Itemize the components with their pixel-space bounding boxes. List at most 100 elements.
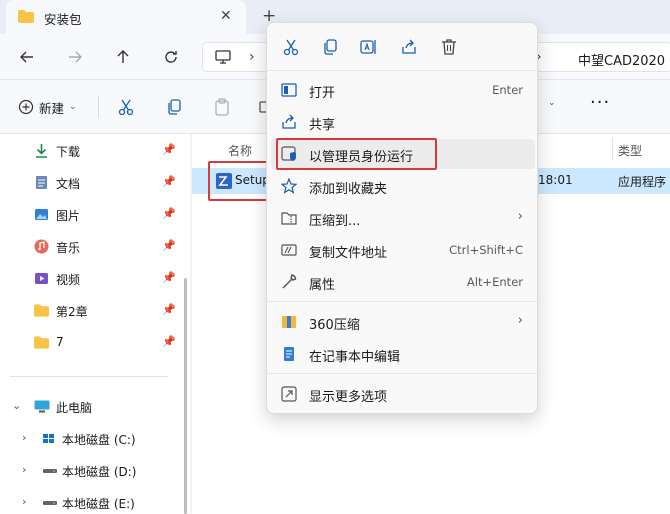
forward-button[interactable] [64, 46, 86, 68]
breadcrumb-current[interactable]: 中望CAD2020 [578, 50, 665, 69]
menu-properties[interactable]: 属性 Alt+Enter [271, 267, 535, 297]
refresh-icon [165, 51, 177, 63]
sidebar-item-chapter2[interactable]: 第2章 📌 [0, 298, 180, 324]
drive-icon [43, 501, 57, 505]
pictures-icon [35, 209, 48, 220]
delete-icon[interactable] [439, 37, 459, 57]
drive-label: 本地磁盘 (C:) [62, 433, 136, 447]
breadcrumb-chevron-icon[interactable]: › [249, 49, 255, 65]
sidebar-item-label: 文档 [56, 177, 81, 191]
column-header-type[interactable]: 类型 [618, 142, 642, 159]
copy-icon[interactable] [164, 97, 184, 117]
tab-install-package[interactable]: 安装包 ✕ [6, 0, 246, 34]
arrow-right-icon [69, 51, 82, 63]
video-icon [35, 273, 48, 284]
menu-separator [267, 301, 539, 302]
close-tab-icon[interactable]: ✕ [220, 8, 232, 24]
menu-edit-in-notepad[interactable]: 在记事本中编辑 [271, 339, 535, 369]
tab-title: 安装包 [44, 12, 82, 27]
menu-add-to-favorites[interactable]: 添加到收藏夹 [271, 171, 535, 201]
cut-icon[interactable] [116, 97, 136, 117]
chevron-down-icon: ⌄ [69, 102, 77, 112]
drive-icon [43, 469, 57, 473]
new-button[interactable]: 新建 ⌄ [18, 96, 77, 118]
menu-share[interactable]: 共享 [271, 107, 535, 137]
chevron-right-icon[interactable]: › [22, 463, 26, 476]
chevron-down-icon[interactable]: ⌄ [548, 98, 556, 108]
copy-path-icon [281, 244, 297, 256]
pin-icon: 📌 [162, 271, 176, 284]
context-menu: 打开 Enter 共享 以管理员身份运行 添加到收藏夹 压缩到... › 复制文… [266, 22, 539, 414]
column-divider[interactable] [612, 138, 613, 160]
menu-separator [267, 373, 539, 374]
sidebar-divider [10, 376, 168, 377]
menu-label: 显示更多选项 [309, 390, 388, 405]
notepad-icon [284, 347, 294, 361]
more-options-button[interactable]: ··· [590, 92, 610, 113]
sidebar-item-drive-d[interactable]: › 本地磁盘 (D:) [0, 458, 180, 484]
sidebar-item-label: 下载 [56, 145, 81, 159]
run-as-admin-highlight-box [276, 138, 437, 170]
paste-icon[interactable] [212, 97, 232, 117]
chevron-right-icon[interactable]: › [22, 495, 26, 508]
chevron-down-icon[interactable]: ⌄ [12, 399, 21, 412]
menu-label: 复制文件地址 [309, 246, 388, 261]
share-icon [282, 114, 296, 129]
arrow-up-icon [117, 50, 129, 63]
sidebar-item-this-pc[interactable]: ⌄ 此电脑 [0, 394, 180, 420]
sidebar-item-pictures[interactable]: 图片 📌 [0, 202, 180, 228]
chevron-right-icon: › [517, 209, 523, 224]
menu-360-compress[interactable]: 360压缩 › [271, 307, 535, 337]
new-button-label: 新建 [39, 100, 65, 116]
setup-highlight-box [208, 161, 272, 201]
drive-label: 本地磁盘 (D:) [62, 465, 137, 479]
share-icon[interactable] [399, 37, 419, 57]
file-modified-time: 18:01 [538, 173, 573, 187]
sidebar-item-music[interactable]: 音乐 📌 [0, 234, 180, 260]
menu-label: 共享 [309, 118, 336, 133]
sidebar-item-drive-e[interactable]: › 本地磁盘 (E:) [0, 490, 180, 514]
sidebar-item-7[interactable]: 7 📌 [0, 330, 180, 356]
360-zip-icon [282, 316, 296, 328]
this-pc-label: 此电脑 [56, 401, 93, 415]
sidebar-item-label: 音乐 [56, 241, 81, 255]
menu-open[interactable]: 打开 Enter [271, 75, 535, 105]
menu-label: 属性 [309, 278, 336, 293]
sidebar-scrollbar[interactable] [184, 278, 187, 514]
refresh-button[interactable] [160, 46, 182, 68]
context-quick-actions [267, 23, 539, 71]
menu-show-more-options[interactable]: 显示更多选项 [271, 379, 535, 409]
chevron-right-icon[interactable]: › [22, 431, 26, 444]
menu-label: 压缩到... [309, 214, 361, 229]
menu-copy-path[interactable]: 复制文件地址 Ctrl+Shift+C [271, 235, 535, 265]
menu-compress-to[interactable]: 压缩到... › [271, 203, 535, 233]
sidebar-item-videos[interactable]: 视频 📌 [0, 266, 180, 292]
menu-shortcut: Ctrl+Shift+C [449, 243, 523, 257]
back-button[interactable] [16, 46, 38, 68]
wrench-icon [282, 274, 297, 289]
menu-label: 在记事本中编辑 [309, 350, 401, 365]
pin-icon: 📌 [162, 175, 176, 188]
star-icon [281, 178, 297, 194]
cut-icon[interactable] [281, 37, 301, 57]
file-type: 应用程序 [618, 175, 667, 189]
sidebar-item-documents[interactable]: 文档 📌 [0, 170, 180, 196]
sidebar-item-drive-c[interactable]: › 本地磁盘 (C:) [0, 426, 180, 452]
up-button[interactable] [112, 46, 134, 68]
drive-windows-icon [43, 434, 54, 443]
column-header-name[interactable]: 名称 [228, 142, 252, 159]
sidebar-item-downloads[interactable]: 下载 📌 [0, 138, 180, 164]
pin-icon: 📌 [162, 335, 176, 348]
menu-label: 360压缩 [309, 318, 360, 333]
folder-icon [34, 336, 49, 349]
music-icon [34, 239, 49, 254]
copy-icon[interactable] [320, 37, 340, 57]
sidebar-item-label: 第2章 [56, 305, 88, 319]
zip-folder-icon [281, 212, 297, 225]
rename-icon[interactable] [359, 37, 379, 57]
computer-icon [215, 50, 231, 64]
pin-icon: 📌 [162, 239, 176, 252]
download-icon [36, 144, 47, 158]
sidebar-item-label: 图片 [56, 209, 81, 223]
menu-label: 打开 [309, 86, 336, 101]
